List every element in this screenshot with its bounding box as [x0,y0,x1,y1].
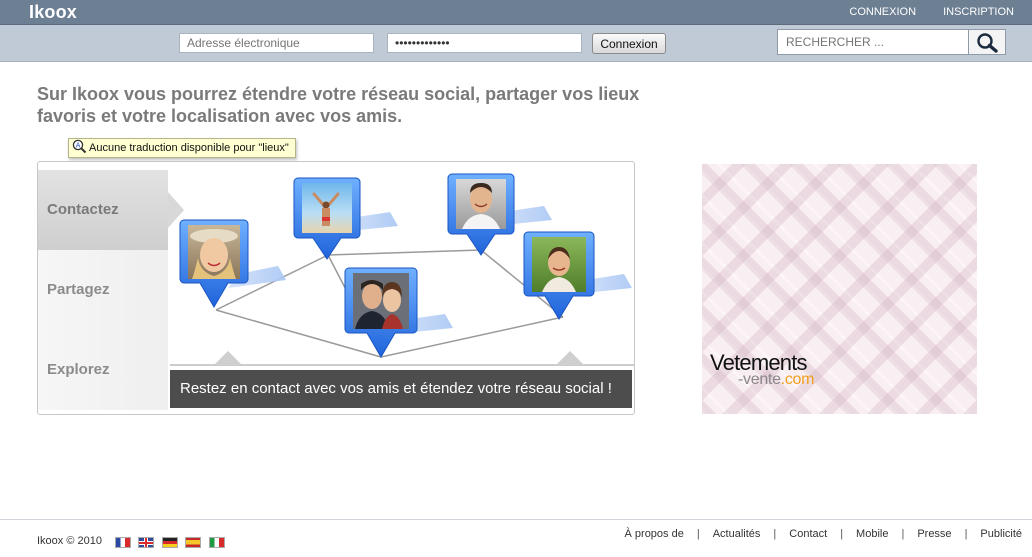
flag-en-icon[interactable] [138,537,155,549]
search-box [777,29,1006,55]
login-bar: Connexion [0,25,1032,62]
flag-es-icon[interactable] [185,537,202,549]
search-icon [977,33,998,53]
friend-pin-3[interactable] [447,173,515,256]
footer-link-contact[interactable]: Contact [789,528,827,540]
friend-pin-5[interactable] [523,231,595,320]
tooltip-text: Aucune traduction disponible pour "lieux… [89,142,289,154]
footer: Ikoox © 2010 À propos de | Actualités | Cont… [0,519,1032,557]
email-field[interactable] [179,33,374,53]
translate-magnifier-icon: A [72,139,87,154]
footer-links: À propos de | Actualités | Contact | Mobile | Pr… [624,528,1022,540]
language-flags [115,534,228,552]
svg-text:A: A [76,142,81,150]
flag-de-icon[interactable] [161,537,178,549]
friend-pin-2[interactable] [293,177,361,260]
copyright: Ikoox © 2010 [37,535,102,547]
footer-link-actualites[interactable]: Actualités [713,528,761,540]
ad-domain: -vente.com [738,371,814,389]
page-headline: Sur Ikoox vous pourrez étendre votre rés… [37,84,640,126]
footer-link-mobile[interactable]: Mobile [856,528,888,540]
ad-domain-part-1: -vente [738,371,781,388]
top-bar: Ikoox CONNEXION INSCRIPTION [0,0,1032,25]
ad-domain-part-2: .com [780,371,815,388]
connexion-link[interactable]: CONNEXION [849,6,916,18]
search-input[interactable] [778,30,970,54]
search-button[interactable] [968,30,1005,54]
friend-pin-1[interactable] [179,219,249,308]
ad-banner-vetements[interactable]: Vetements -vente.com [702,164,977,414]
footer-link-publicite[interactable]: Publicité [980,528,1022,540]
password-field[interactable] [387,33,582,53]
site-logo[interactable]: Ikoox [29,2,77,23]
footer-link-apropos[interactable]: À propos de [625,528,684,540]
tab-contactez[interactable]: Contactez [38,170,184,250]
footer-link-presse[interactable]: Presse [917,528,951,540]
tab-explorez[interactable]: Explorez [38,330,168,410]
feature-slider: Contactez Partagez Explorez Restez en co… [37,161,635,415]
feature-tabs: Contactez Partagez Explorez [38,170,184,410]
flag-it-icon[interactable] [208,537,225,549]
translation-tooltip: A Aucune traduction disponible pour "lie… [68,138,296,158]
friend-pin-4[interactable] [344,267,418,358]
slide-caption: Restez en contact avec vos amis et étend… [170,370,632,408]
top-links: CONNEXION INSCRIPTION [825,6,1014,18]
connexion-button[interactable]: Connexion [592,33,666,54]
flag-fr-icon[interactable] [115,537,131,549]
inscription-link[interactable]: INSCRIPTION [943,6,1014,18]
tab-partagez[interactable]: Partagez [38,250,168,330]
